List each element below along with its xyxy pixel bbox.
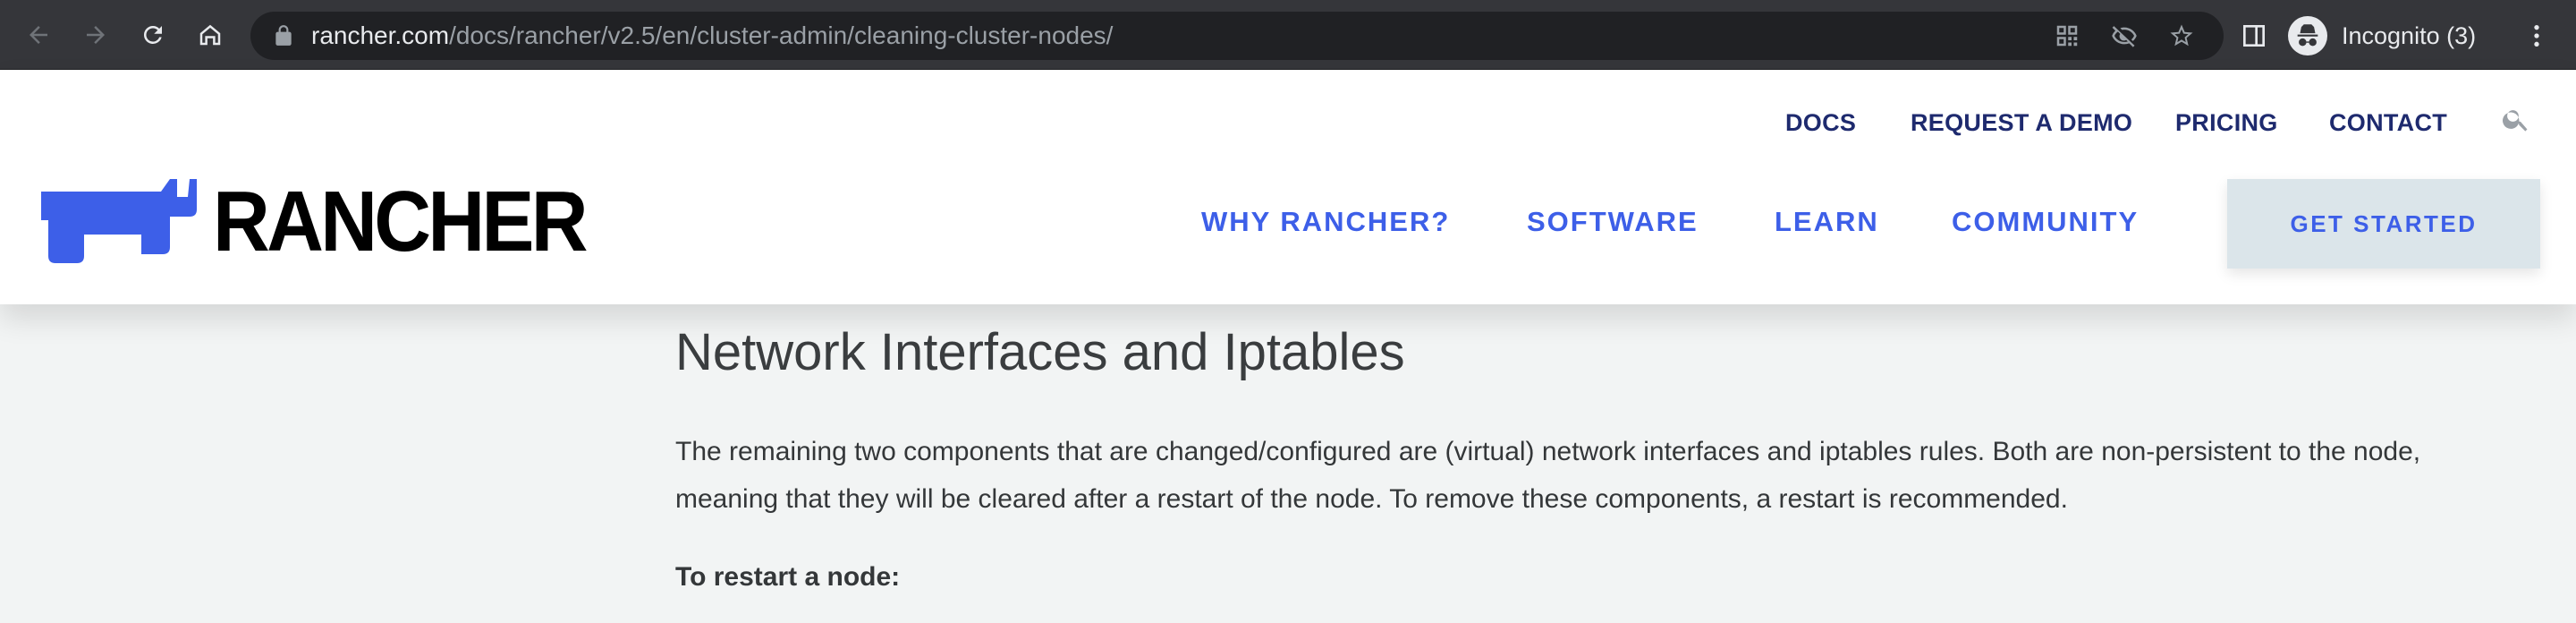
section-heading: Network Interfaces and Iptables bbox=[675, 323, 1405, 381]
url-text: rancher.com/docs/rancher/v2.5/en/cluster… bbox=[311, 12, 1113, 60]
forward-button[interactable] bbox=[77, 16, 114, 54]
side-panel-icon bbox=[2243, 25, 2265, 47]
incognito-avatar bbox=[2288, 16, 2327, 55]
restart-node-subheading: To restart a node: bbox=[675, 562, 901, 592]
rancher-logo[interactable]: RANCHER ® bbox=[36, 177, 590, 267]
section-paragraph: The remaining two components that are ch… bbox=[675, 437, 2421, 514]
nav-community[interactable]: COMMUNITY bbox=[1952, 206, 2139, 238]
reload-button[interactable] bbox=[134, 16, 172, 54]
incognito-icon bbox=[2297, 24, 2318, 47]
nav-learn[interactable]: LEARN bbox=[1775, 206, 1879, 238]
side-panel-button[interactable] bbox=[2240, 21, 2268, 50]
browser-menu-button[interactable] bbox=[2522, 21, 2551, 50]
star-icon bbox=[2170, 24, 2193, 47]
back-icon bbox=[30, 26, 47, 44]
rancher-bull-icon bbox=[41, 179, 197, 263]
url-path: /docs/rancher/v2.5/en/cluster-admin/clea… bbox=[449, 21, 1114, 49]
home-icon bbox=[199, 24, 221, 46]
nav-why-rancher[interactable]: WHY RANCHER? bbox=[1201, 206, 1450, 238]
tracking-protection-button[interactable] bbox=[2111, 22, 2138, 49]
more-icon bbox=[2534, 25, 2539, 47]
brand-wordmark: RANCHER bbox=[213, 174, 589, 269]
get-started-button[interactable]: GET STARTED bbox=[2227, 179, 2540, 269]
qr-code-icon bbox=[2056, 25, 2078, 47]
eye-off-icon bbox=[2112, 26, 2137, 47]
nav-link-contact[interactable]: CONTACT bbox=[2329, 109, 2447, 137]
registered-mark: ® bbox=[565, 190, 578, 208]
search-icon bbox=[2503, 110, 2528, 132]
qr-code-button[interactable] bbox=[2054, 22, 2080, 49]
nav-link-request-demo[interactable]: REQUEST A DEMO bbox=[1911, 109, 2132, 137]
browser-toolbar: rancher.com/docs/rancher/v2.5/en/cluster… bbox=[0, 0, 2576, 70]
nav-software[interactable]: SOFTWARE bbox=[1527, 206, 1699, 238]
search-button[interactable] bbox=[2501, 104, 2531, 134]
bookmark-button[interactable] bbox=[2168, 22, 2195, 49]
profile-button[interactable]: Incognito (3) bbox=[2288, 13, 2476, 59]
nav-link-docs[interactable]: DOCS bbox=[1785, 109, 1856, 137]
lock-icon bbox=[275, 25, 292, 46]
profile-label: Incognito (3) bbox=[2342, 21, 2477, 49]
home-button[interactable] bbox=[191, 16, 229, 54]
url-host: rancher.com bbox=[311, 21, 450, 49]
reload-icon bbox=[143, 25, 162, 44]
back-button[interactable] bbox=[20, 16, 57, 54]
site-header: DOCS REQUEST A DEMO PRICING CONTACT RANC… bbox=[0, 70, 2576, 304]
address-bar[interactable]: rancher.com/docs/rancher/v2.5/en/cluster… bbox=[250, 12, 2224, 60]
forward-icon bbox=[87, 26, 105, 44]
nav-link-pricing[interactable]: PRICING bbox=[2175, 109, 2278, 137]
